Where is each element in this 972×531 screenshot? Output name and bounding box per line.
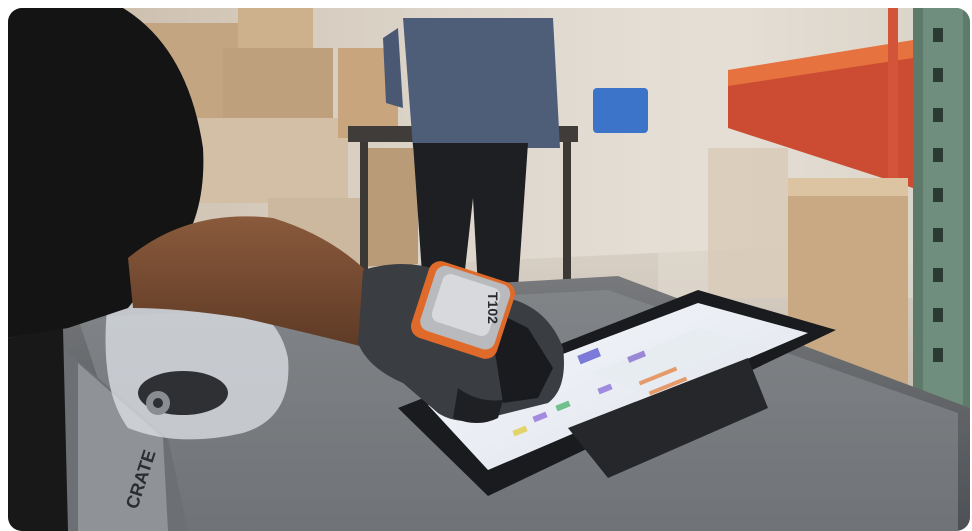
blue-bin	[593, 88, 648, 133]
photo-scene: CRATE T102	[8, 8, 970, 531]
warehouse-photo: CRATE T102	[8, 8, 970, 531]
scanner-label: T102	[485, 292, 501, 324]
